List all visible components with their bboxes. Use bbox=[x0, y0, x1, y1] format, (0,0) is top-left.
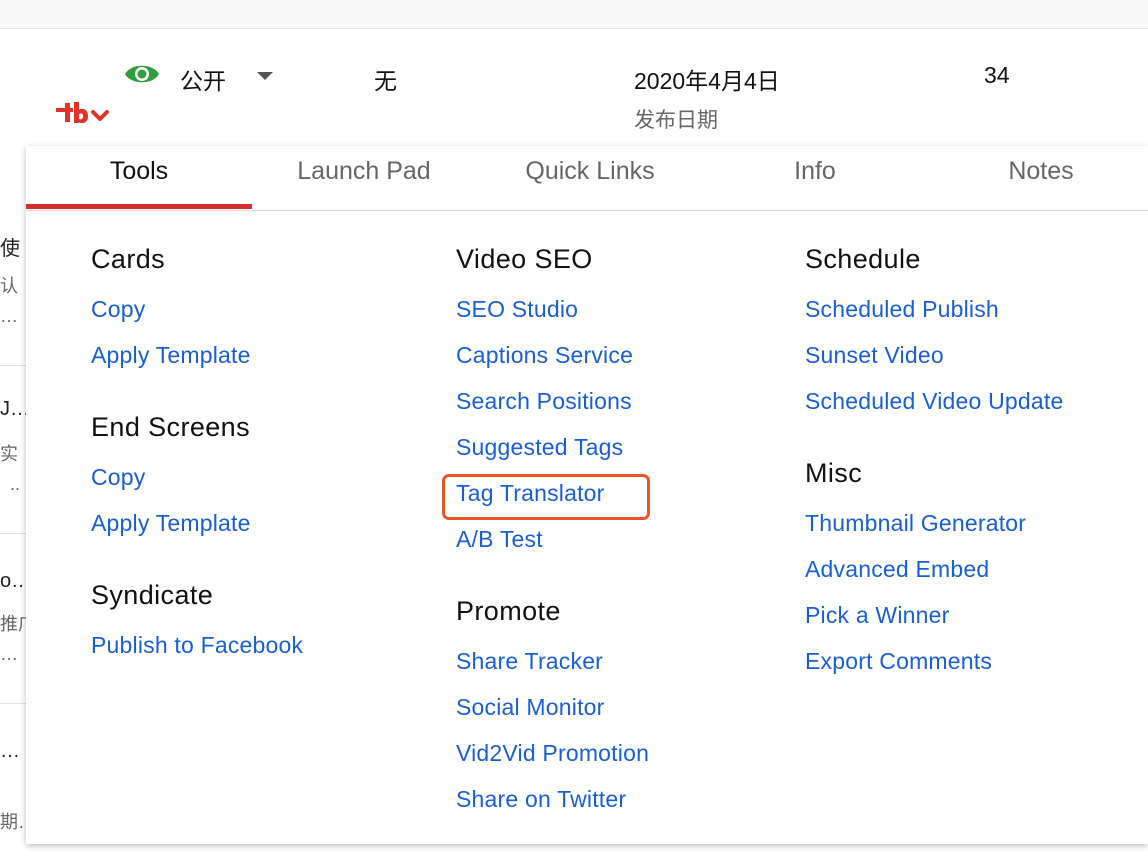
caret-down-icon[interactable] bbox=[257, 72, 273, 80]
link-share-on-twitter[interactable]: Share on Twitter bbox=[456, 786, 626, 813]
tab-tools[interactable]: Tools bbox=[26, 146, 252, 210]
section-title-promote: Promote bbox=[456, 596, 561, 626]
bg-fragment: 使 bbox=[0, 238, 20, 260]
bg-fragment: … bbox=[0, 306, 18, 326]
views-count: 34 bbox=[984, 62, 1010, 88]
link-export-comments[interactable]: Export Comments bbox=[805, 648, 992, 675]
bg-divider bbox=[0, 533, 26, 534]
link-scheduled-publish[interactable]: Scheduled Publish bbox=[805, 296, 999, 323]
tab-info[interactable]: Info bbox=[702, 146, 928, 210]
link-suggested-tags[interactable]: Suggested Tags bbox=[456, 434, 623, 461]
restrictions-value: 无 bbox=[374, 68, 397, 94]
link-publish-to-facebook[interactable]: Publish to Facebook bbox=[91, 632, 303, 659]
link-cards-copy[interactable]: Copy bbox=[91, 296, 146, 323]
tools-dropdown-panel: Tools Launch Pad Quick Links Info Notes … bbox=[26, 146, 1148, 844]
tab-launch-pad[interactable]: Launch Pad bbox=[251, 146, 477, 210]
publish-date: 2020年4月4日 bbox=[634, 68, 780, 94]
link-scheduled-video-update[interactable]: Scheduled Video Update bbox=[805, 388, 1063, 415]
link-social-monitor[interactable]: Social Monitor bbox=[456, 694, 605, 721]
section-title-video-seo: Video SEO bbox=[456, 244, 593, 274]
visibility-label[interactable]: 公开 bbox=[180, 62, 226, 96]
bg-divider bbox=[0, 703, 26, 704]
section-title-syndicate: Syndicate bbox=[91, 580, 214, 610]
bg-fragment: 实 bbox=[0, 444, 18, 464]
bg-fragment: .. bbox=[10, 474, 21, 494]
tab-quick-links[interactable]: Quick Links bbox=[477, 146, 703, 210]
tag-translator-highlight bbox=[442, 474, 650, 520]
eye-icon[interactable] bbox=[123, 60, 161, 88]
section-title-cards: Cards bbox=[91, 244, 166, 274]
link-cards-apply-template[interactable]: Apply Template bbox=[91, 342, 251, 369]
active-tab-indicator bbox=[26, 204, 252, 209]
link-share-tracker[interactable]: Share Tracker bbox=[456, 648, 603, 675]
bg-fragment: … bbox=[0, 740, 20, 762]
tubebuddy-logo-icon[interactable] bbox=[53, 100, 119, 128]
link-captions-service[interactable]: Captions Service bbox=[456, 342, 633, 369]
section-title-end-screens: End Screens bbox=[91, 412, 250, 442]
link-end-screens-apply-template[interactable]: Apply Template bbox=[91, 510, 251, 537]
bg-fragment: 认 bbox=[0, 276, 18, 296]
tab-notes[interactable]: Notes bbox=[928, 146, 1148, 210]
section-title-schedule: Schedule bbox=[805, 244, 921, 274]
link-thumbnail-generator[interactable]: Thumbnail Generator bbox=[805, 510, 1026, 537]
publish-date-label: 发布日期 bbox=[634, 109, 718, 132]
section-title-misc: Misc bbox=[805, 458, 863, 488]
link-ab-test[interactable]: A/B Test bbox=[456, 526, 543, 553]
link-pick-a-winner[interactable]: Pick a Winner bbox=[805, 602, 949, 629]
tab-bar: Tools Launch Pad Quick Links Info Notes bbox=[26, 146, 1148, 211]
link-advanced-embed[interactable]: Advanced Embed bbox=[805, 556, 989, 583]
link-end-screens-copy[interactable]: Copy bbox=[91, 464, 146, 491]
link-search-positions[interactable]: Search Positions bbox=[456, 388, 632, 415]
link-vid2vid-promotion[interactable]: Vid2Vid Promotion bbox=[456, 740, 649, 767]
bg-fragment: … bbox=[0, 644, 18, 664]
link-sunset-video[interactable]: Sunset Video bbox=[805, 342, 944, 369]
top-bar bbox=[0, 0, 1148, 29]
bg-divider bbox=[0, 365, 26, 366]
link-seo-studio[interactable]: SEO Studio bbox=[456, 296, 578, 323]
